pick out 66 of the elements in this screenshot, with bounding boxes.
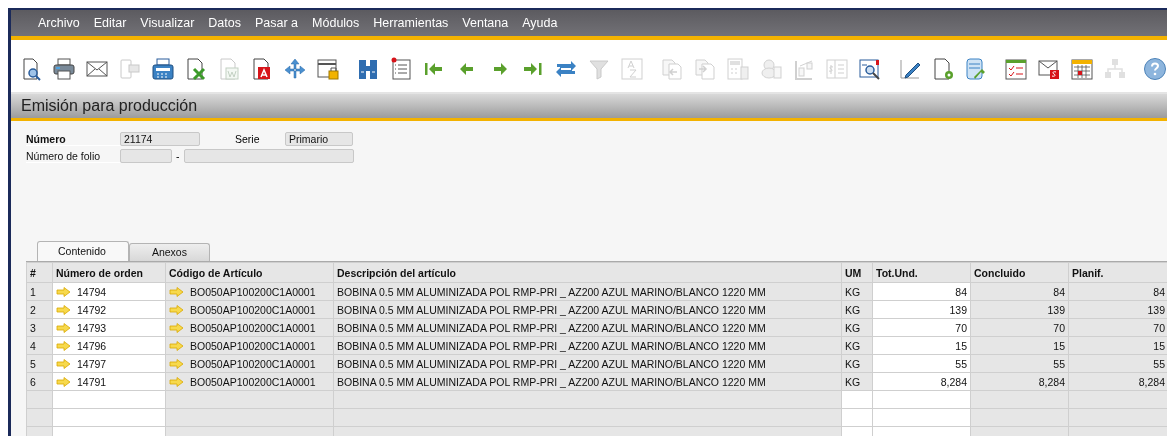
inspect-document-icon[interactable] <box>858 57 882 81</box>
menu-item[interactable]: Ventana <box>455 16 516 30</box>
column-header[interactable]: Descripción del artículo <box>333 262 842 283</box>
lock-window-icon[interactable] <box>316 57 340 81</box>
column-header[interactable]: Planif. <box>1068 262 1167 283</box>
separator-text: - <box>176 150 180 162</box>
table-cell: BO050AP100200C1A0001 <box>190 339 316 352</box>
pencil-icon[interactable] <box>898 57 922 81</box>
calendar-icon[interactable] <box>1070 57 1094 81</box>
table-cell: BO050AP100200C1A0001 <box>190 303 316 316</box>
menu-item[interactable]: Módulos <box>305 16 367 30</box>
menu-item[interactable]: Archivo <box>31 16 87 30</box>
menu-item[interactable]: Pasar a <box>247 16 306 30</box>
link-arrow-icon[interactable] <box>56 358 71 369</box>
field-label: Número <box>26 132 120 146</box>
fax-icon[interactable] <box>151 57 175 81</box>
table-cell: 14793 <box>77 321 107 334</box>
link-arrow-icon[interactable] <box>169 340 184 351</box>
folio-prefix-field[interactable] <box>120 149 172 163</box>
tab[interactable]: Anexos <box>128 243 210 261</box>
list-icon[interactable] <box>389 57 413 81</box>
link-arrow-icon[interactable] <box>56 340 71 351</box>
table-cell: 14791 <box>77 375 107 388</box>
table-cell: 14794 <box>77 285 107 298</box>
table-cell: 14792 <box>77 303 107 316</box>
mail-icon[interactable] <box>1037 57 1061 81</box>
field-label: Número de folio <box>26 149 120 163</box>
table-cell: 14797 <box>77 357 107 370</box>
link-arrow-icon[interactable] <box>56 286 71 297</box>
arrows-icon[interactable] <box>283 57 307 81</box>
number-field[interactable]: 21174 <box>120 132 200 146</box>
menu-item[interactable]: Datos <box>201 16 248 30</box>
help-icon[interactable] <box>1143 57 1167 81</box>
link-arrow-icon[interactable] <box>169 376 184 387</box>
link-arrow-icon[interactable] <box>56 322 71 333</box>
menu-item[interactable]: Ayuda <box>515 16 565 30</box>
menu-item[interactable]: Editar <box>86 16 134 30</box>
link-arrow-icon[interactable] <box>169 286 184 297</box>
column-header[interactable]: Número de orden <box>52 262 166 283</box>
column-header[interactable]: UM <box>841 262 873 283</box>
column-header[interactable]: # <box>26 262 53 283</box>
menu-item[interactable]: Visualizar <box>133 16 202 30</box>
field-label: Serie <box>235 133 261 145</box>
series-field[interactable]: Primario <box>285 132 353 146</box>
tab[interactable]: Contenido <box>37 241 129 261</box>
column-header[interactable]: Tot.Und. <box>872 262 971 283</box>
menu-item[interactable]: Herramientas <box>366 16 456 30</box>
table-cell: BO050AP100200C1A0001 <box>190 357 316 370</box>
database-wrench-icon[interactable] <box>964 57 988 81</box>
excel-icon[interactable] <box>184 57 208 81</box>
link-arrow-icon[interactable] <box>169 304 184 315</box>
link-arrow-icon[interactable] <box>169 358 184 369</box>
table-cell: BO050AP100200C1A0001 <box>190 321 316 334</box>
window-title: Emisión para producción <box>21 97 198 115</box>
column-header[interactable]: Concluido <box>970 262 1069 283</box>
folio-number-field[interactable] <box>183 149 354 163</box>
document-gear-icon[interactable] <box>931 57 955 81</box>
column-header[interactable]: Código de Artículo <box>165 262 334 283</box>
link-arrow-icon[interactable] <box>169 322 184 333</box>
link-arrow-icon[interactable] <box>56 304 71 315</box>
table-cell: BO050AP100200C1A0001 <box>190 375 316 388</box>
printer-icon[interactable] <box>52 57 76 81</box>
table-cell: BO050AP100200C1A0001 <box>190 285 316 298</box>
table-cell: 14796 <box>77 339 107 352</box>
checklist-icon[interactable] <box>1004 57 1028 81</box>
link-arrow-icon[interactable] <box>56 376 71 387</box>
